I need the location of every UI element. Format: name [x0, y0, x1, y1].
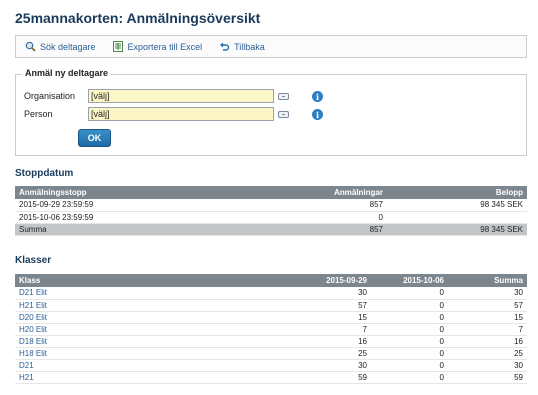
column-header[interactable]: Anmälningar: [287, 186, 387, 199]
page-title: 25mannakorten: Anmälningsöversikt: [15, 10, 261, 26]
table-row: H21 Elit 57 0 57: [15, 299, 527, 312]
klasser-table: Klass 2015-09-29 2015-10-06 Summa D21 El…: [15, 274, 527, 384]
register-participant-fieldset: Anmäl ny deltagare Organisation i Person…: [15, 68, 527, 156]
table-sum-row: Summa 857 98 345 SEK: [15, 223, 527, 236]
undo-arrow-icon: [219, 41, 230, 52]
column-header[interactable]: Belopp: [387, 186, 527, 199]
organisation-field[interactable]: [88, 89, 274, 103]
table-cell: 0: [287, 211, 387, 224]
stoppdatum-heading: Stoppdatum: [15, 168, 74, 179]
table-cell: 59: [292, 371, 371, 384]
klasser-heading: Klasser: [15, 255, 52, 266]
export-excel-button[interactable]: Exportera till Excel: [113, 41, 203, 52]
table-cell: 0: [371, 287, 448, 300]
table-cell: 2015-10-06 23:59:59: [15, 211, 287, 224]
table-header-row: Anmälningsstopp Anmälningar Belopp: [15, 186, 527, 199]
organisation-label: Organisation: [24, 91, 76, 101]
table-cell: 15: [448, 311, 527, 324]
organisation-info-icon[interactable]: i: [312, 91, 323, 102]
person-row: Person: [24, 107, 289, 121]
stoppdatum-table: Anmälningsstopp Anmälningar Belopp 2015-…: [15, 186, 527, 236]
table-cell: 30: [292, 359, 371, 372]
table-row: D21 30 0 30: [15, 359, 527, 372]
table-cell: 98 345 SEK: [387, 199, 527, 212]
table-cell: 0: [371, 371, 448, 384]
class-link[interactable]: H18 Elit: [15, 347, 292, 360]
table-cell: 16: [292, 335, 371, 348]
table-cell: 30: [292, 287, 371, 300]
table-row: D21 Elit 30 0 30: [15, 287, 527, 300]
magnifier-icon: [25, 41, 36, 52]
table-cell: 15: [292, 311, 371, 324]
fieldset-legend: Anmäl ny deltagare: [22, 68, 112, 78]
table-row: H21 59 0 59: [15, 371, 527, 384]
table-cell: 0: [371, 311, 448, 324]
table-cell: Summa: [15, 223, 287, 236]
table-cell: 0: [371, 299, 448, 312]
organisation-picker-icon[interactable]: [278, 92, 289, 100]
table-cell: 25: [448, 347, 527, 360]
person-picker-icon[interactable]: [278, 110, 289, 118]
table-row: 2015-09-29 23:59:59 857 98 345 SEK: [15, 199, 527, 212]
table-cell: 30: [448, 287, 527, 300]
column-header[interactable]: Anmälningsstopp: [15, 186, 287, 199]
class-link[interactable]: D18 Elit: [15, 335, 292, 348]
excel-document-icon: [113, 41, 124, 52]
table-cell: 857: [287, 223, 387, 236]
table-cell: 0: [371, 335, 448, 348]
person-field[interactable]: [88, 107, 274, 121]
table-cell: 59: [448, 371, 527, 384]
table-cell: 57: [292, 299, 371, 312]
class-link[interactable]: H21: [15, 371, 292, 384]
table-row: H20 Elit 7 0 7: [15, 323, 527, 336]
table-cell: 30: [448, 359, 527, 372]
table-cell: 25: [292, 347, 371, 360]
table-cell: 2015-09-29 23:59:59: [15, 199, 287, 212]
table-cell: 7: [448, 323, 527, 336]
class-link[interactable]: D20 Elit: [15, 311, 292, 324]
table-row: D20 Elit 15 0 15: [15, 311, 527, 324]
organisation-row: Organisation: [24, 89, 289, 103]
class-link[interactable]: D21: [15, 359, 292, 372]
table-row: D18 Elit 16 0 16: [15, 335, 527, 348]
table-cell: [387, 211, 527, 224]
class-link[interactable]: D21 Elit: [15, 287, 292, 300]
class-link[interactable]: H20 Elit: [15, 323, 292, 336]
person-info-icon[interactable]: i: [312, 109, 323, 120]
table-header-row: Klass 2015-09-29 2015-10-06 Summa: [15, 274, 527, 287]
toolbar: Sök deltagare Exportera till Excel Tillb…: [15, 35, 527, 58]
search-participants-label: Sök deltagare: [40, 41, 96, 52]
table-cell: 857: [287, 199, 387, 212]
export-excel-label: Exportera till Excel: [127, 41, 203, 52]
table-row: 2015-10-06 23:59:59 0: [15, 211, 527, 224]
back-label: Tillbaka: [234, 41, 265, 52]
table-cell: 57: [448, 299, 527, 312]
back-button[interactable]: Tillbaka: [219, 41, 265, 52]
table-cell: 7: [292, 323, 371, 336]
class-link[interactable]: H21 Elit: [15, 299, 292, 312]
column-header[interactable]: 2015-09-29: [292, 274, 371, 287]
search-participants-button[interactable]: Sök deltagare: [25, 41, 96, 52]
ok-button[interactable]: OK: [78, 129, 111, 147]
column-header[interactable]: Summa: [448, 274, 527, 287]
table-cell: 98 345 SEK: [387, 223, 527, 236]
table-cell: 0: [371, 347, 448, 360]
person-label: Person: [24, 109, 53, 119]
table-cell: 16: [448, 335, 527, 348]
column-header[interactable]: Klass: [15, 274, 292, 287]
table-cell: 0: [371, 359, 448, 372]
table-cell: 0: [371, 323, 448, 336]
table-row: H18 Elit 25 0 25: [15, 347, 527, 360]
column-header[interactable]: 2015-10-06: [371, 274, 448, 287]
